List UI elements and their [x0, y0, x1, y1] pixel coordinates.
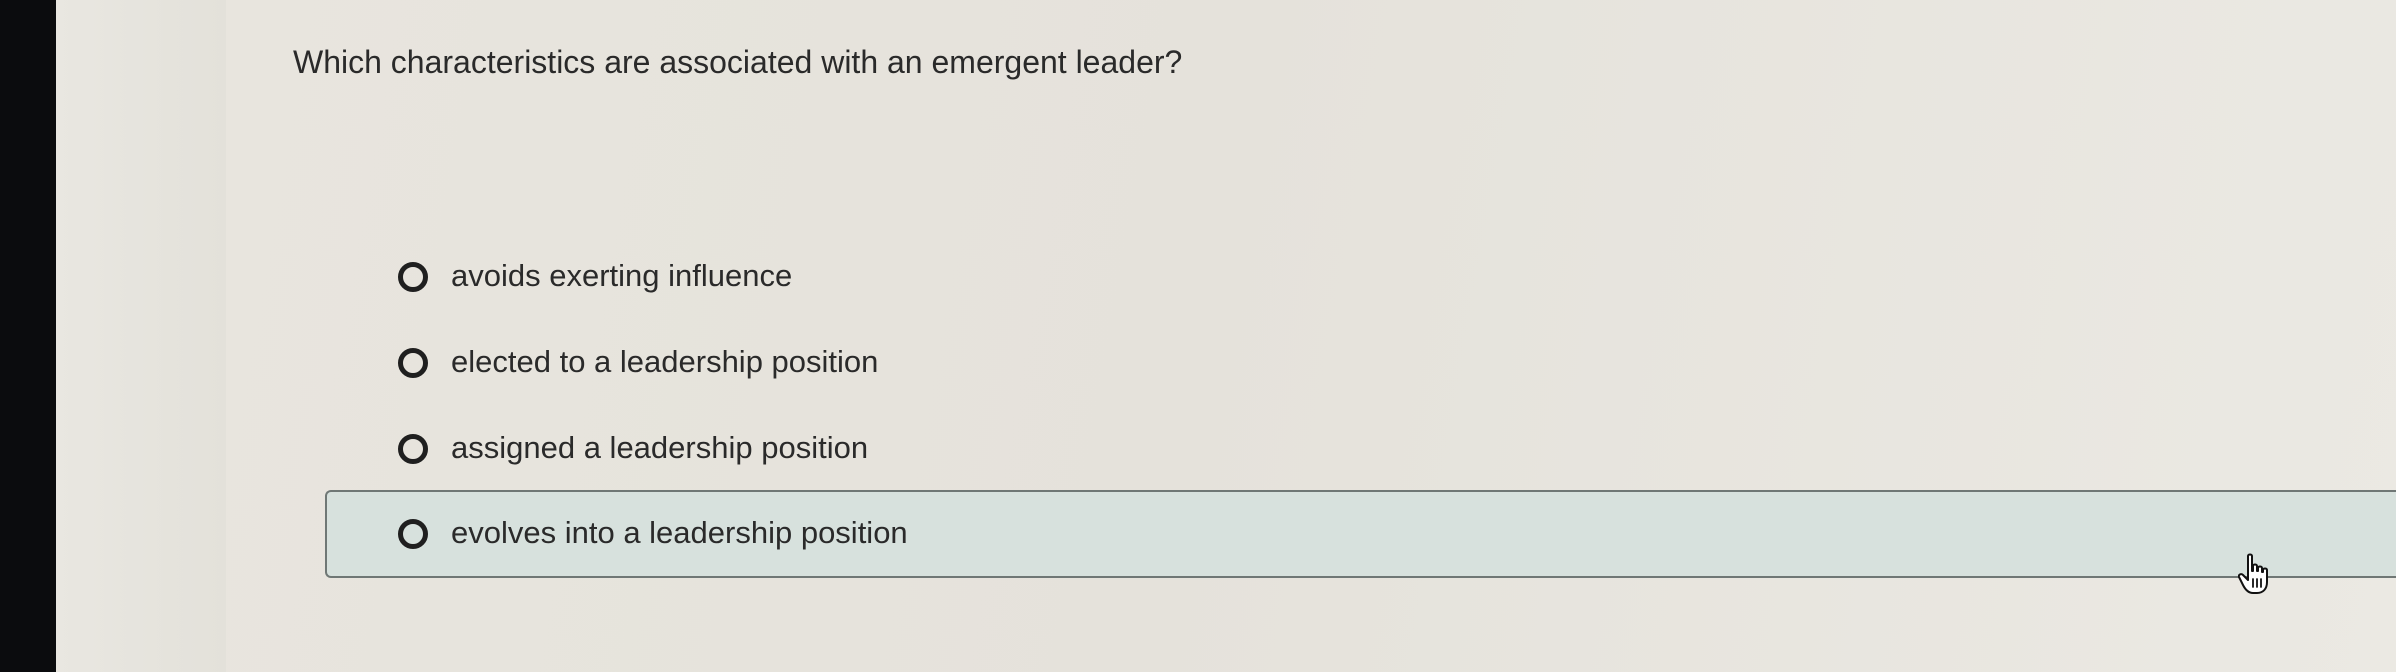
- answer-option-2[interactable]: elected to a leadership position: [325, 320, 2396, 406]
- answer-options: avoids exerting influence elected to a l…: [0, 0, 2396, 672]
- radio-button[interactable]: [398, 519, 428, 549]
- answer-option-3[interactable]: assigned a leadership position: [325, 406, 2396, 492]
- radio-button[interactable]: [398, 262, 428, 292]
- answer-option-4[interactable]: evolves into a leadership position: [325, 490, 2396, 578]
- hand-pointer-icon: [2238, 553, 2268, 594]
- radio-button[interactable]: [398, 348, 428, 378]
- answer-option-label: elected to a leadership position: [451, 344, 879, 379]
- answer-option-label: evolves into a leadership position: [451, 515, 908, 550]
- answer-option-1[interactable]: avoids exerting influence: [325, 234, 2396, 320]
- answer-option-label: avoids exerting influence: [451, 258, 793, 293]
- answer-option-label: assigned a leadership position: [451, 430, 869, 465]
- radio-button[interactable]: [398, 434, 428, 464]
